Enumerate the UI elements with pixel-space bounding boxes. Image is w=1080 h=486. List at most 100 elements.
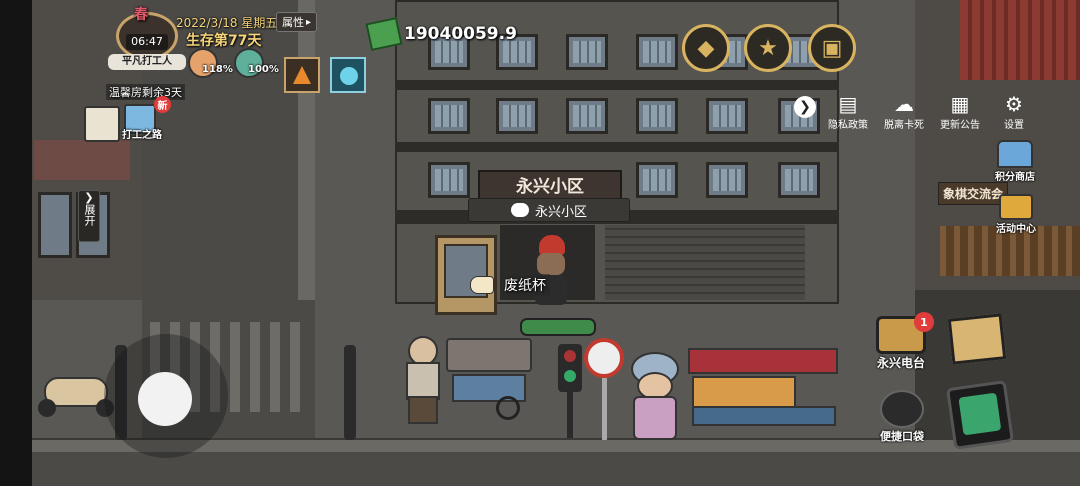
running-icon <box>340 67 358 85</box>
joystick-knob[interactable] <box>138 372 192 426</box>
news-icon: ▦ <box>950 92 970 116</box>
activity-center-button[interactable]: 活动中心 <box>988 194 1044 235</box>
chevron-right-icon: ▸ <box>306 16 312 28</box>
food-stall[interactable] <box>688 348 838 432</box>
item-label-text: 废纸杯 <box>500 274 550 296</box>
announcement-label: 更新公告 <box>940 120 980 131</box>
shop-icon <box>997 140 1033 168</box>
location-bubble-text: 永兴小区 <box>534 204 587 220</box>
work-road-label: 打工之路 <box>122 130 162 141</box>
activity-center-label: 活动中心 <box>996 224 1036 235</box>
shutter <box>605 225 805 300</box>
date-line: 2022/3/18 星期五 <box>176 16 278 30</box>
backpack-icon: ▣ <box>821 35 843 61</box>
building-window <box>566 34 608 70</box>
menu-collapse-button[interactable]: ❯ <box>794 96 816 118</box>
tricycle <box>442 338 532 422</box>
package-icon <box>947 313 1007 365</box>
chevron-right-icon: ❯ <box>799 99 811 115</box>
expand-button[interactable]: ❯ 展开 <box>78 190 100 242</box>
clock-widget[interactable]: 春 06:47 平凡打工人 <box>108 4 186 70</box>
phone-button[interactable] <box>945 380 1015 450</box>
roof-tiles <box>960 0 1080 80</box>
joystick-base[interactable] <box>104 334 228 458</box>
document-icon: ▤ <box>838 92 858 116</box>
fire-icon <box>293 66 311 84</box>
player-character <box>525 235 575 310</box>
screen-edge <box>0 0 32 486</box>
points-shop-label: 积分商店 <box>995 172 1035 183</box>
survival-days: 生存第77天 <box>186 33 262 49</box>
radio-label: 永兴电台 <box>876 356 925 370</box>
expand-label: 展开 <box>83 204 96 226</box>
chevron-right-icon: ❯ <box>84 191 94 204</box>
building-window <box>706 98 748 134</box>
energy-value: 100% <box>248 64 279 75</box>
building-window <box>428 98 470 134</box>
privacy-policy-button[interactable]: ▤ 隐私政策 <box>828 92 868 131</box>
trophy-icon: ★ <box>758 35 778 61</box>
pocket-button[interactable]: 便捷口袋 <box>870 390 934 444</box>
building-window <box>778 162 820 198</box>
attributes-label: 属性 <box>282 16 304 29</box>
skateboard <box>520 318 596 336</box>
item-pickup-label[interactable]: 废纸杯 <box>470 274 550 296</box>
backpack-button[interactable]: ▣ <box>808 24 856 72</box>
granny-npc[interactable] <box>625 352 679 440</box>
escape-label: 脱离卡死 <box>884 120 924 131</box>
hand-icon <box>470 276 494 294</box>
pocket-label: 便捷口袋 <box>880 430 924 443</box>
building-window <box>496 98 538 134</box>
achievements-button[interactable]: ★ <box>744 24 792 72</box>
old-man-npc[interactable] <box>402 336 440 424</box>
settings-label: 设置 <box>1004 120 1024 131</box>
shop-awning <box>34 140 130 180</box>
location-bubble: 永兴小区 <box>468 198 630 222</box>
map-button[interactable]: ◆ <box>682 24 730 72</box>
traffic-light <box>556 340 584 440</box>
cash-icon <box>365 16 403 52</box>
player-title: 平凡打工人 <box>108 54 186 70</box>
money-value: 19040059.9 <box>404 24 517 44</box>
hunger-value: 118% <box>202 64 233 75</box>
building-window <box>706 162 748 198</box>
new-badge: 新 <box>154 96 171 113</box>
buff-icon-fire[interactable] <box>284 57 320 93</box>
clipboard-icon[interactable] <box>84 106 120 142</box>
phone-screen-icon <box>958 392 1002 436</box>
building-window <box>566 98 608 134</box>
announcement-button[interactable]: ▦ 更新公告 <box>940 92 980 131</box>
points-shop-button[interactable]: 积分商店 <box>990 140 1040 183</box>
work-road-button[interactable]: 新 打工之路 <box>122 96 171 141</box>
escape-stuck-button[interactable]: ☁ 脱离卡死 <box>884 92 924 131</box>
package-button[interactable] <box>947 313 1016 374</box>
building-window <box>636 162 678 198</box>
map-icon: ◆ <box>697 35 715 61</box>
building-window <box>636 98 678 134</box>
floor-band <box>395 80 839 90</box>
pocket-icon <box>880 390 924 428</box>
buff-icon-run[interactable] <box>330 57 366 93</box>
season-label: 春 <box>134 7 148 23</box>
radio-badge: 1 <box>914 312 934 332</box>
road-horizontal <box>32 452 1080 486</box>
no-parking-sign <box>584 338 628 442</box>
clock-time: 06:47 <box>126 34 168 50</box>
gear-icon: ⚙ <box>1005 92 1023 116</box>
settings-button[interactable]: ⚙ 设置 <box>994 92 1034 131</box>
privacy-label: 隐私政策 <box>828 120 868 131</box>
unlock-icon: ☁ <box>894 92 914 116</box>
money-display: 19040059.9 <box>365 16 517 52</box>
radio-button[interactable]: 1 永兴电台 <box>868 312 934 371</box>
warm-room-status: 温馨房剩余3天 <box>106 84 185 100</box>
chat-bubble-icon <box>510 203 529 217</box>
building-window <box>636 34 678 70</box>
shop-window <box>38 192 72 258</box>
hunger-stat[interactable]: 118% <box>188 48 233 78</box>
floor-band <box>395 142 839 152</box>
building-window <box>428 162 470 198</box>
attributes-button[interactable]: 属性 ▸ <box>276 12 318 32</box>
bollard <box>344 345 356 440</box>
energy-stat[interactable]: 100% <box>234 48 279 78</box>
video-icon <box>999 194 1033 220</box>
